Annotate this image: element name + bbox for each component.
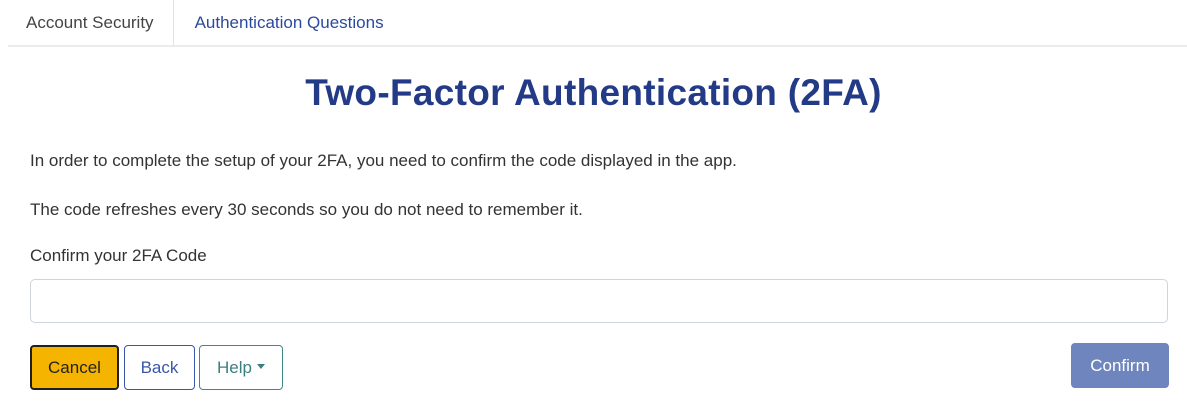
cancel-button-label: Cancel	[48, 357, 101, 377]
tab-account-security-label: Account Security	[26, 12, 154, 32]
cancel-button[interactable]: Cancel	[30, 345, 119, 390]
page-title: Two-Factor Authentication (2FA)	[305, 72, 882, 113]
tab-authentication-questions[interactable]: Authentication Questions	[174, 0, 402, 45]
instruction-text-refresh: The code refreshes every 30 seconds so y…	[30, 200, 583, 219]
instruction-text-setup: In order to complete the setup of your 2…	[30, 151, 737, 170]
help-dropdown-button[interactable]: Help	[199, 345, 283, 390]
code-field-label: Confirm your 2FA Code	[30, 246, 207, 265]
tab-authentication-questions-label: Authentication Questions	[194, 12, 384, 32]
confirm-button-label: Confirm	[1090, 355, 1150, 375]
back-button[interactable]: Back	[124, 345, 195, 390]
caret-down-icon	[256, 364, 265, 369]
tab-bar: Account Security Authentication Question…	[8, 0, 1187, 47]
confirm-button[interactable]: Confirm	[1071, 343, 1169, 388]
2fa-code-input[interactable]	[30, 279, 1168, 323]
page: Account Security Authentication Question…	[0, 0, 1187, 405]
help-button-label: Help	[217, 357, 252, 377]
back-button-label: Back	[140, 357, 179, 377]
tab-account-security[interactable]: Account Security	[8, 0, 174, 45]
